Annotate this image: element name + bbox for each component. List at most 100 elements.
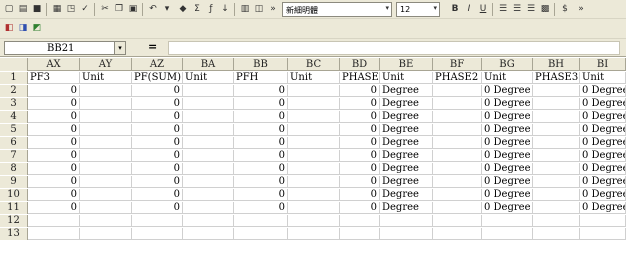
- column-header[interactable]: AZ: [132, 58, 183, 71]
- column-header[interactable]: AX: [28, 58, 80, 71]
- grid-cell[interactable]: [183, 215, 234, 227]
- column-header[interactable]: BB: [234, 58, 288, 71]
- grid-cell[interactable]: [433, 215, 482, 227]
- grid-cell[interactable]: Degree: [380, 176, 433, 188]
- grid-cell[interactable]: Degree: [380, 189, 433, 201]
- grid-cell[interactable]: [234, 215, 288, 227]
- grid-cell[interactable]: [288, 150, 340, 162]
- dropdown-arrow-icon[interactable]: ▾: [160, 2, 174, 16]
- column-header[interactable]: AY: [80, 58, 132, 71]
- grid-cell[interactable]: [482, 228, 533, 240]
- merge-icon[interactable]: ▩: [538, 2, 552, 16]
- grid-cell[interactable]: Unit: [482, 72, 533, 84]
- grid-cell[interactable]: [533, 98, 580, 110]
- row-header[interactable]: 12: [0, 215, 28, 227]
- row-header[interactable]: 8: [0, 163, 28, 175]
- grid-cell[interactable]: [433, 98, 482, 110]
- grid-cell[interactable]: 0: [132, 111, 183, 123]
- hyperlink-icon[interactable]: ◆: [176, 2, 190, 16]
- grid-cell[interactable]: [533, 111, 580, 123]
- grid-cell[interactable]: 0: [234, 163, 288, 175]
- grid-cell[interactable]: [433, 176, 482, 188]
- grid-cell[interactable]: 0: [234, 124, 288, 136]
- grid-cell[interactable]: [183, 111, 234, 123]
- grid-cell[interactable]: [80, 111, 132, 123]
- grid-cell[interactable]: Unit: [80, 72, 132, 84]
- function-icon[interactable]: ƒ: [204, 2, 218, 16]
- toolbar-icon[interactable]: ◧: [2, 21, 16, 35]
- row-header[interactable]: 3: [0, 98, 28, 110]
- grid-cell[interactable]: 0: [28, 137, 80, 149]
- chevron-down-icon[interactable]: ▾: [114, 41, 126, 55]
- grid-cell[interactable]: 0 Degree: [482, 85, 533, 97]
- column-header[interactable]: BD: [340, 58, 380, 71]
- grid-cell[interactable]: Degree: [380, 85, 433, 97]
- grid-cell[interactable]: [380, 215, 433, 227]
- grid-cell[interactable]: [288, 163, 340, 175]
- grid-cell[interactable]: [80, 176, 132, 188]
- more-buttons-icon[interactable]: »: [574, 2, 588, 16]
- row-header[interactable]: 6: [0, 137, 28, 149]
- grid-cell[interactable]: PF3: [28, 72, 80, 84]
- row-header[interactable]: 10: [0, 189, 28, 201]
- grid-cell[interactable]: 0: [132, 137, 183, 149]
- grid-cell[interactable]: [80, 124, 132, 136]
- column-header[interactable]: BE: [380, 58, 433, 71]
- grid-cell[interactable]: 0 Degree: [580, 111, 626, 123]
- grid-cell[interactable]: [533, 202, 580, 214]
- grid-cell[interactable]: [433, 163, 482, 175]
- align-left-icon[interactable]: ☰: [496, 2, 510, 16]
- grid-cell[interactable]: Degree: [380, 163, 433, 175]
- center-icon[interactable]: ☰: [510, 2, 524, 16]
- grid-cell[interactable]: [183, 98, 234, 110]
- grid-cell[interactable]: [380, 228, 433, 240]
- name-box[interactable]: BB21: [4, 41, 126, 55]
- grid-cell[interactable]: [288, 176, 340, 188]
- undo-icon[interactable]: ↶: [146, 2, 160, 16]
- grid-cell[interactable]: 0 Degree: [580, 137, 626, 149]
- grid-cell[interactable]: 0: [340, 124, 380, 136]
- currency-icon[interactable]: $: [558, 2, 572, 16]
- grid-cell[interactable]: [80, 98, 132, 110]
- grid-cell[interactable]: [132, 215, 183, 227]
- grid-cell[interactable]: 0: [234, 98, 288, 110]
- grid-cell[interactable]: 0: [132, 176, 183, 188]
- grid-cell[interactable]: [28, 215, 80, 227]
- row-header[interactable]: 13: [0, 228, 28, 240]
- grid-cell[interactable]: 0: [234, 202, 288, 214]
- grid-cell[interactable]: 0: [132, 124, 183, 136]
- grid-cell[interactable]: 0: [340, 150, 380, 162]
- grid-cell[interactable]: 0: [234, 189, 288, 201]
- grid-cell[interactable]: 0: [234, 137, 288, 149]
- grid-cell[interactable]: 0 Degree: [580, 189, 626, 201]
- grid-cell[interactable]: [28, 228, 80, 240]
- grid-cell[interactable]: 0: [234, 176, 288, 188]
- grid-cell[interactable]: [80, 163, 132, 175]
- grid-cell[interactable]: 0: [132, 189, 183, 201]
- align-right-icon[interactable]: ☰: [524, 2, 538, 16]
- grid-cell[interactable]: 0 Degree: [482, 111, 533, 123]
- grid-cell[interactable]: [80, 215, 132, 227]
- print-preview-icon[interactable]: ◳: [64, 2, 78, 16]
- grid-cell[interactable]: 0 Degree: [482, 98, 533, 110]
- copy-icon[interactable]: ❐: [112, 2, 126, 16]
- grid-cell[interactable]: 0 Degree: [580, 124, 626, 136]
- grid-cell[interactable]: 0: [28, 176, 80, 188]
- grid-cell[interactable]: [288, 124, 340, 136]
- row-header[interactable]: 9: [0, 176, 28, 188]
- grid-cell[interactable]: Degree: [380, 202, 433, 214]
- grid-cell[interactable]: 0: [28, 111, 80, 123]
- row-header[interactable]: 11: [0, 202, 28, 214]
- grid-cell[interactable]: 0: [234, 150, 288, 162]
- grid-cell[interactable]: [132, 228, 183, 240]
- grid-cell[interactable]: [288, 137, 340, 149]
- grid-cell[interactable]: [433, 189, 482, 201]
- grid-cell[interactable]: [533, 85, 580, 97]
- grid-cell[interactable]: [80, 189, 132, 201]
- grid-cell[interactable]: 0: [340, 111, 380, 123]
- row-header[interactable]: 7: [0, 150, 28, 162]
- grid-cell[interactable]: [183, 189, 234, 201]
- grid-cell[interactable]: 0 Degree: [482, 202, 533, 214]
- formula-input[interactable]: [168, 41, 620, 55]
- column-header[interactable]: BG: [482, 58, 533, 71]
